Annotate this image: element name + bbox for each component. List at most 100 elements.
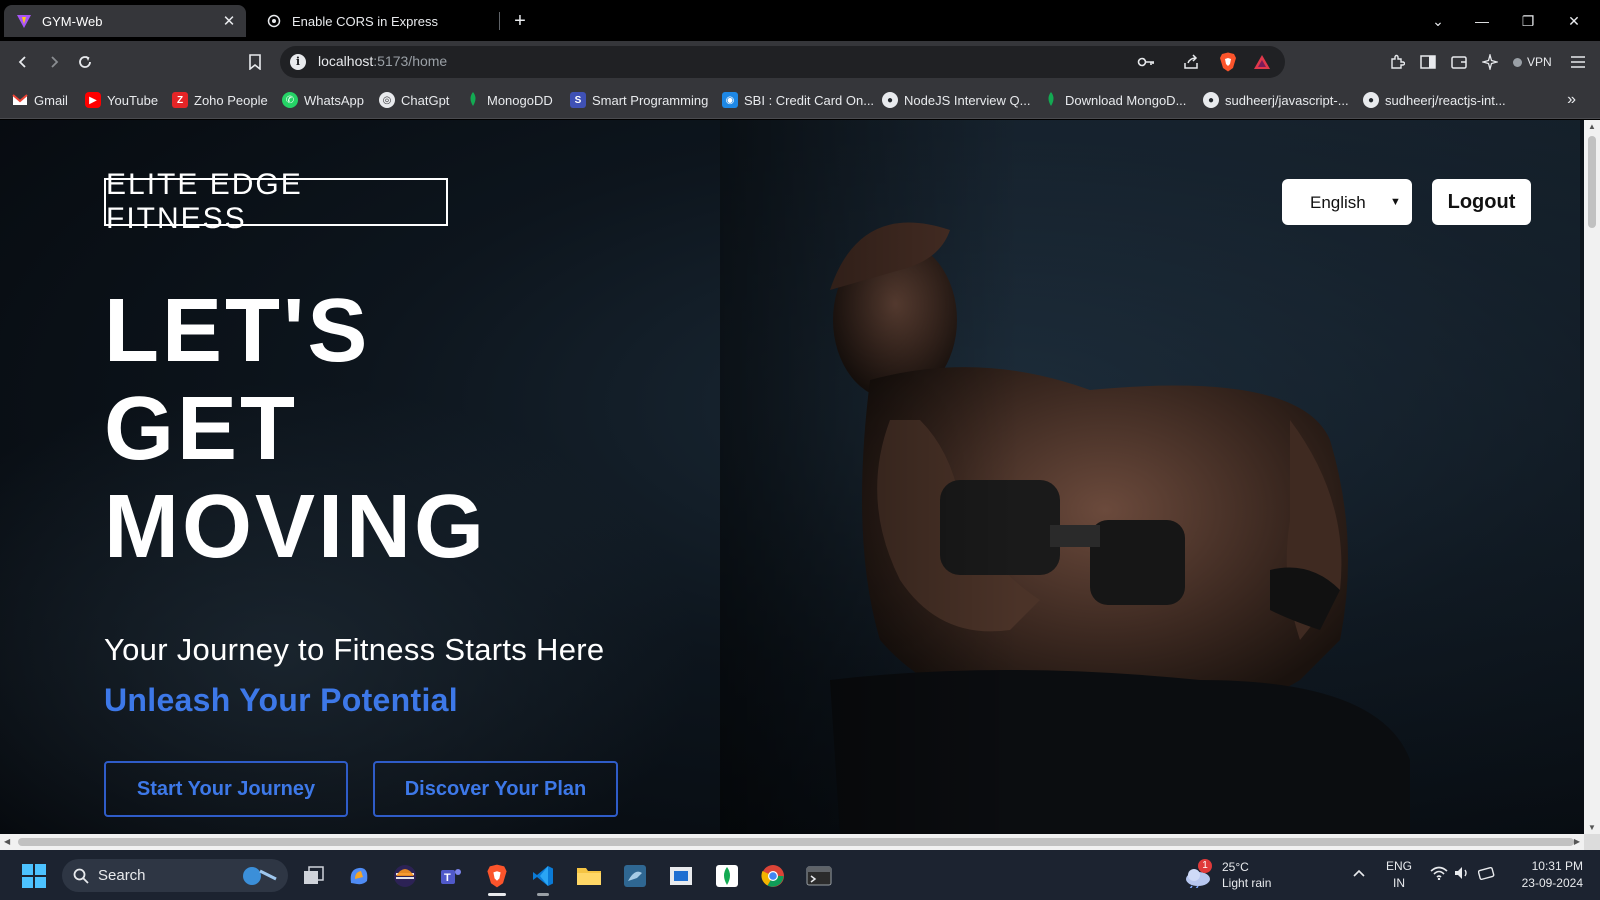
hero-tagline: Your Journey to Fitness Starts Here [104, 632, 605, 667]
vscode-icon[interactable] [527, 860, 559, 896]
windows-start-icon[interactable] [22, 864, 46, 888]
restore-button[interactable]: ❐ [1511, 6, 1545, 36]
teams-icon[interactable]: T [435, 860, 467, 892]
url-text[interactable]: localhost:5173/home [318, 53, 447, 69]
terminal-app-icon[interactable] [803, 860, 835, 892]
wifi-icon[interactable] [1430, 866, 1448, 883]
gmail-icon [12, 92, 28, 108]
weather-temp: 25°C [1222, 860, 1249, 874]
tab-enable-cors[interactable]: Enable CORS in Express [254, 5, 498, 37]
clock-time: 10:31 PM [1531, 859, 1583, 873]
scroll-up-arrow-icon[interactable]: ▲ [1587, 122, 1597, 131]
task-view-icon[interactable] [298, 860, 330, 892]
system-clock[interactable]: 10:31 PM 23-09-2024 [1505, 858, 1583, 892]
bookmark-nodejs-interview[interactable]: ● NodeJS Interview Q... [882, 92, 1030, 108]
more-bookmarks-icon[interactable]: » [1567, 91, 1576, 109]
smart-programming-icon: S [570, 92, 586, 108]
scroll-right-arrow-icon[interactable]: ▶ [1574, 837, 1580, 846]
site-info-icon[interactable]: i [290, 54, 306, 70]
horizontal-scroll-thumb[interactable] [18, 838, 1574, 846]
brave-browser-icon[interactable] [481, 860, 513, 896]
close-window-button[interactable]: ✕ [1557, 6, 1591, 36]
battery-icon[interactable] [1477, 866, 1496, 883]
password-key-icon[interactable] [1136, 52, 1156, 72]
clock-date: 23-09-2024 [1521, 876, 1583, 890]
vertical-scrollbar[interactable]: ▲ ▼ [1584, 120, 1600, 834]
close-tab-icon[interactable]: ✕ [218, 10, 240, 32]
bookmark-youtube[interactable]: ▶ YouTube [85, 92, 158, 108]
bookmark-monogodd[interactable]: MonogoDD [465, 92, 553, 108]
bookmark-whatsapp[interactable]: ✆ WhatsApp [282, 92, 364, 108]
whatsapp-icon: ✆ [282, 92, 298, 108]
bookmark-download-mongodb[interactable]: Download MongoD... [1043, 92, 1186, 108]
bookmark-label: YouTube [107, 92, 159, 108]
vpn-button[interactable]: VPN [1507, 50, 1558, 74]
copilot-icon[interactable] [343, 860, 375, 892]
address-bar[interactable]: i localhost:5173/home [280, 46, 1285, 78]
bookmark-icon[interactable] [241, 49, 269, 75]
active-app-indicator [488, 893, 506, 896]
store-window-icon[interactable] [665, 860, 697, 892]
github-icon: ● [1203, 92, 1219, 108]
share-icon[interactable] [1181, 52, 1201, 72]
bookmark-label: Smart Programming [592, 92, 709, 108]
logout-button[interactable]: Logout [1432, 179, 1531, 225]
bookmark-chatgpt[interactable]: ◎ ChatGpt [379, 92, 449, 108]
bookmark-smart-programming[interactable]: S Smart Programming [570, 92, 708, 108]
tab-title: GYM-Web [42, 13, 103, 29]
weather-widget[interactable]: 1 25°C Light rain [1184, 859, 1271, 891]
back-button[interactable] [9, 49, 37, 75]
file-explorer-icon[interactable] [573, 860, 605, 892]
brave-rewards-icon[interactable] [1252, 52, 1272, 72]
new-tab-button[interactable]: + [507, 8, 533, 34]
start-your-journey-button[interactable]: Start Your Journey [104, 761, 348, 817]
bookmark-label: Zoho People [194, 92, 268, 108]
vertical-scroll-thumb[interactable] [1588, 136, 1596, 228]
weather-text: 25°C Light rain [1222, 859, 1271, 891]
wallet-icon[interactable] [1445, 49, 1473, 75]
hero-headline: LET'S GET MOVING [104, 282, 487, 576]
taskbar-search[interactable]: Search [62, 859, 288, 892]
horizontal-scrollbar[interactable]: ◀ ▶ [0, 834, 1584, 850]
menu-icon[interactable] [1564, 49, 1592, 75]
browser-tab-strip: GYM-Web ✕ Enable CORS in Express + ⌄ — ❐… [0, 0, 1600, 41]
eclipse-icon[interactable] [389, 860, 421, 892]
mongodb-compass-icon[interactable] [711, 860, 743, 892]
bookmark-label: sudheerj/javascript-... [1225, 92, 1349, 108]
github-icon: ● [1363, 92, 1379, 108]
show-hidden-icons-chevron-icon[interactable] [1352, 866, 1366, 881]
vpn-label: VPN [1527, 55, 1552, 69]
brand-logo[interactable]: ELITE EDGE FITNESS [104, 168, 448, 235]
language-select[interactable]: English [1282, 179, 1412, 225]
scroll-down-arrow-icon[interactable]: ▼ [1587, 823, 1597, 832]
bookmark-sbi[interactable]: ◉ SBI : Credit Card On... [722, 92, 874, 108]
brave-shields-icon[interactable] [1218, 52, 1238, 72]
headline-line-1: LET'S [104, 281, 371, 381]
tab-gym-web[interactable]: GYM-Web ✕ [4, 5, 246, 37]
bookmark-zoho-people[interactable]: Z Zoho People [172, 92, 268, 108]
scrollbar-corner [1584, 834, 1600, 850]
discover-your-plan-button[interactable]: Discover Your Plan [373, 761, 618, 817]
bookmark-sudheerj-reactjs[interactable]: ● sudheerj/reactjs-int... [1363, 92, 1506, 108]
tab-search-chevron-icon[interactable]: ⌄ [1421, 6, 1455, 36]
bookmark-gmail[interactable]: Gmail [12, 92, 68, 108]
bookmark-label: SBI : Credit Card On... [744, 92, 875, 108]
sidebar-icon[interactable] [1414, 49, 1442, 75]
chrome-icon[interactable] [757, 860, 789, 892]
extensions-icon[interactable] [1383, 49, 1411, 75]
input-language-indicator[interactable]: ENG IN [1386, 858, 1412, 892]
hero-subtagline: Unleash Your Potential [104, 682, 458, 718]
leo-ai-icon[interactable] [1476, 49, 1504, 75]
headline-line-3: MOVING [104, 477, 488, 577]
scroll-left-arrow-icon[interactable]: ◀ [4, 837, 10, 846]
region-code: IN [1393, 876, 1405, 890]
forward-button[interactable] [40, 49, 68, 75]
volume-icon[interactable] [1454, 866, 1470, 883]
mysql-workbench-icon[interactable] [619, 860, 651, 892]
reload-button[interactable] [71, 49, 99, 75]
tab-separator [499, 12, 500, 30]
browser-toolbar: i localhost:5173/home VPN [0, 41, 1600, 83]
minimize-button[interactable]: — [1465, 6, 1499, 36]
bookmark-sudheerj-javascript[interactable]: ● sudheerj/javascript-... [1203, 92, 1349, 108]
lang-code: ENG [1386, 859, 1413, 873]
